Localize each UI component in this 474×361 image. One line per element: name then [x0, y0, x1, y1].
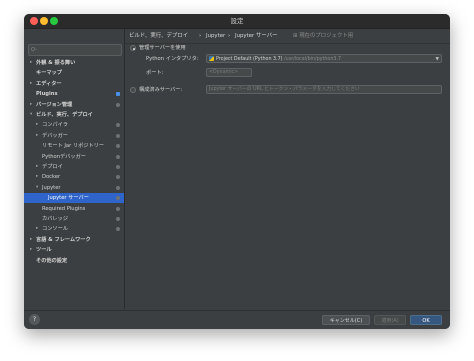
configured-server-radio[interactable]	[130, 87, 136, 93]
sidebar-item-label: ビルド、実行、デプロイ	[36, 112, 93, 118]
sidebar-item-label: エディター	[36, 80, 62, 87]
chevron-right-icon[interactable]: ▸	[36, 162, 38, 172]
breadcrumb-item[interactable]: Jupyter	[206, 29, 225, 43]
breadcrumb-item[interactable]: ビルド、実行、デプロイ	[129, 29, 188, 43]
sidebar-item-label: コンソール	[42, 226, 68, 233]
plugin-update-icon	[116, 92, 120, 97]
title-bar: 設定	[24, 14, 450, 29]
breadcrumb: ビルド、実行、デプロイ › Jupyter › Jupyter サーバー ⊞ 現…	[125, 29, 450, 44]
project-scope-hint: ⊞ 現在のプロジェクト用	[293, 33, 354, 39]
breadcrumb-separator: ›	[199, 33, 202, 39]
settings-dialog: 設定 Q- ▸ 外観 & 振る舞い キーマップ ▸ エディター Plugins ▸ バージョン…	[24, 14, 450, 329]
sidebar-item[interactable]: ▾ Jupyter	[24, 183, 124, 193]
sidebar-item-label: Jupyter サーバー	[48, 195, 89, 202]
sidebar-item-label: カバレッジ	[42, 216, 68, 222]
chevron-right-icon[interactable]: ▸	[30, 100, 32, 110]
sidebar-item-label: リモート Jar リポジトリー	[42, 143, 105, 150]
sidebar-item-label: Jupyter	[42, 184, 61, 191]
sidebar-item-label: Pythonデバッガー	[42, 153, 86, 160]
chevron-right-icon[interactable]: ▸	[36, 224, 38, 234]
sidebar-item[interactable]: Plugins	[24, 89, 124, 99]
jupyter-server-settings: 管理サーバーを使用 Python インタプリタ: Project Default…	[125, 44, 450, 309]
project-scope-icon	[116, 206, 120, 211]
project-scope-icon	[116, 123, 120, 128]
sidebar-item[interactable]: Jupyter サーバー	[24, 193, 124, 204]
search-icon: Q-	[31, 47, 37, 53]
sidebar-item-label: 外観 & 振る舞い	[36, 60, 76, 66]
project-scope-icon	[116, 133, 120, 138]
sidebar-item-label: デバッガー	[42, 132, 68, 139]
sidebar-item[interactable]: Pythonデバッガー	[24, 152, 124, 162]
port-label: ポート:	[146, 70, 164, 76]
sidebar-item[interactable]: ▸ 外観 & 振る舞い	[24, 58, 124, 68]
interpreter-select[interactable]: Project Default (Python 3.7) /usr/local/…	[206, 54, 442, 63]
project-scope-icon	[116, 102, 120, 107]
sidebar-item[interactable]: ▸ エディター	[24, 79, 124, 89]
project-scope-icon	[116, 154, 120, 159]
sidebar-item[interactable]: キーマップ	[24, 68, 124, 78]
sidebar-item[interactable]: ▸ Docker	[24, 172, 124, 182]
interpreter-label: Python インタプリタ:	[146, 56, 199, 62]
chevron-right-icon[interactable]: ▸	[30, 58, 32, 68]
project-scope-icon	[116, 144, 120, 149]
chevron-down-icon[interactable]: ▾	[30, 110, 32, 120]
sidebar-item[interactable]: ▸ コンソール	[24, 224, 124, 234]
sidebar-item-label: Docker	[42, 174, 61, 181]
server-url-input[interactable]: Jupyter サーバーの URL とトークン・パラメータを入力してください	[206, 85, 442, 94]
interpreter-value: Project Default (Python 3.7)	[216, 57, 283, 62]
python-icon	[209, 56, 214, 61]
settings-sidebar: Q- ▸ 外観 & 振る舞い キーマップ ▸ エディター Plugins ▸ バージョン管理 ▾…	[24, 29, 125, 309]
port-input[interactable]: <Dynamic>	[206, 68, 252, 77]
sidebar-item-label: ツール	[36, 247, 52, 254]
sidebar-item-label: バージョン管理	[36, 101, 73, 108]
chevron-right-icon[interactable]: ▸	[36, 131, 38, 141]
chevron-right-icon[interactable]: ▸	[30, 235, 32, 245]
apply-button[interactable]: 適用(A)	[374, 315, 406, 325]
sidebar-item-label: キーマップ	[36, 70, 62, 77]
project-scope-icon	[116, 196, 120, 201]
sidebar-item[interactable]: ▾ ビルド、実行、デプロイ	[24, 110, 124, 120]
sidebar-item[interactable]: ▸ コンパイラ	[24, 120, 124, 130]
help-button[interactable]: ?	[29, 314, 40, 325]
managed-server-label: 管理サーバーを使用	[139, 45, 186, 51]
breadcrumb-item[interactable]: Jupyter サーバー	[235, 29, 278, 43]
project-scope-icon	[116, 175, 120, 180]
sidebar-item[interactable]: その他の設定	[24, 256, 124, 266]
chevron-down-icon[interactable]: ▾	[36, 183, 38, 193]
cancel-button[interactable]: キャンセル(C)	[322, 315, 370, 325]
chevron-right-icon[interactable]: ▸	[30, 79, 32, 89]
ok-button[interactable]: OK	[410, 315, 442, 325]
chevron-right-icon[interactable]: ▸	[30, 245, 32, 255]
chevron-right-icon[interactable]: ▸	[36, 172, 38, 182]
project-scope-icon	[116, 165, 120, 169]
sidebar-item-label: その他の設定	[36, 257, 68, 264]
sidebar-item-label: Required Plugins	[42, 205, 86, 212]
sidebar-item[interactable]: カバレッジ	[24, 214, 124, 224]
dialog-footer: ? キャンセル(C) 適用(A) OK	[24, 310, 450, 329]
project-scope-icon	[116, 185, 120, 190]
chevron-right-icon[interactable]: ▸	[36, 120, 38, 130]
sidebar-item[interactable]: ▸ デバッガー	[24, 131, 124, 141]
sidebar-item-label: コンパイラ	[42, 122, 68, 129]
settings-search-input[interactable]: Q-	[28, 44, 122, 56]
sidebar-item[interactable]: ▸ バージョン管理	[24, 100, 124, 110]
chevron-down-icon: ▼	[435, 57, 439, 62]
sidebar-item[interactable]: Required Plugins	[24, 204, 124, 214]
window-title: 設定	[230, 17, 244, 25]
sidebar-item[interactable]: リモート Jar リポジトリー	[24, 141, 124, 151]
project-scope-icon	[116, 217, 120, 221]
project-scope-icon	[116, 227, 120, 232]
sidebar-item-label: デプロイ	[42, 164, 63, 170]
sidebar-item-label: 言語 & フレームワーク	[36, 236, 91, 243]
breadcrumb-separator: ›	[228, 33, 231, 39]
interpreter-path: /usr/local/bin/python3.7	[284, 57, 342, 62]
sidebar-item[interactable]: ▸ ツール	[24, 245, 124, 255]
managed-server-radio[interactable]	[130, 45, 136, 51]
sidebar-item[interactable]: ▸ 言語 & フレームワーク	[24, 235, 124, 245]
sidebar-item-label: Plugins	[36, 91, 58, 98]
sidebar-item[interactable]: ▸ デプロイ	[24, 162, 124, 172]
configured-server-label: 構成済みサーバー:	[139, 87, 183, 93]
